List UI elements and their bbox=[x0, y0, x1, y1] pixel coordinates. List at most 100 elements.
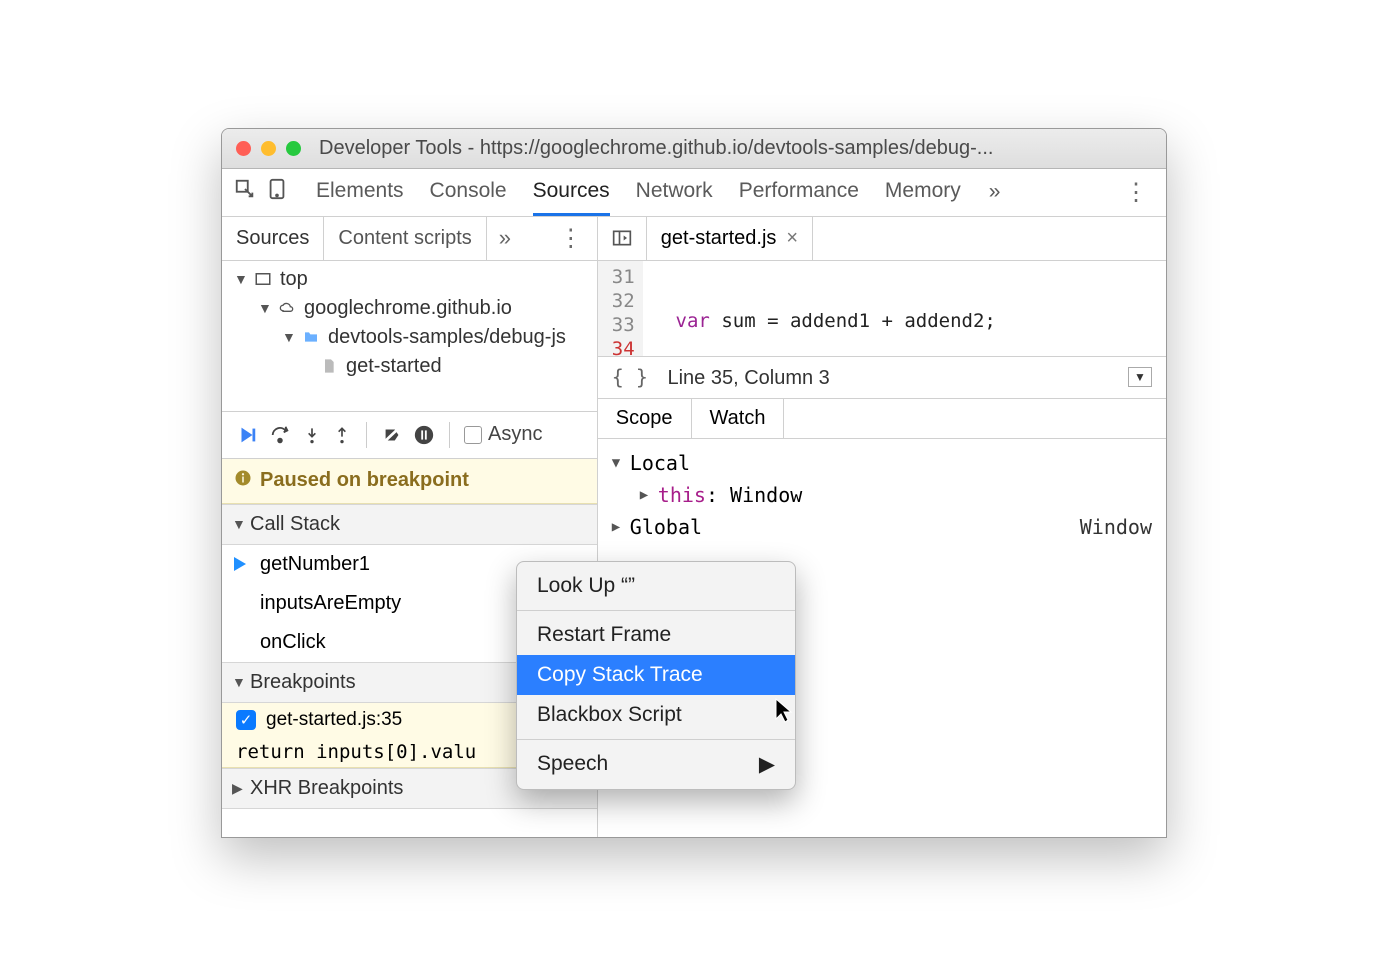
close-window-button[interactable] bbox=[236, 141, 251, 156]
pretty-print-icon[interactable]: { } bbox=[612, 365, 648, 389]
scope-global[interactable]: ▶ Global Window bbox=[612, 511, 1152, 543]
panel-tabs: Elements Console Sources Network Perform… bbox=[316, 169, 961, 216]
tab-performance[interactable]: Performance bbox=[739, 169, 859, 216]
traffic-lights bbox=[236, 141, 301, 156]
code-editor[interactable]: 31323334 var sum = addend1 + addend2; la… bbox=[598, 261, 1166, 357]
window-title: Developer Tools - https://googlechrome.g… bbox=[319, 137, 993, 160]
tab-memory[interactable]: Memory bbox=[885, 169, 961, 216]
file-tab-label: get-started.js bbox=[661, 227, 777, 250]
ctx-lookup[interactable]: Look Up “” bbox=[517, 566, 795, 606]
more-tabs-icon[interactable]: » bbox=[989, 180, 1001, 204]
resume-button[interactable] bbox=[236, 424, 258, 446]
step-into-button[interactable] bbox=[302, 424, 322, 446]
frame-name: getNumber1 bbox=[260, 553, 370, 576]
context-menu: Look Up “” Restart Frame Copy Stack Trac… bbox=[516, 561, 796, 790]
navigator-tab-content-scripts[interactable]: Content scripts bbox=[324, 217, 486, 260]
tree-file[interactable]: get-started bbox=[222, 352, 597, 381]
caret-down-icon: ▼ bbox=[232, 516, 244, 532]
caret-right-icon: ▶ bbox=[612, 519, 624, 535]
frame-name: inputsAreEmpty bbox=[260, 592, 401, 615]
frame-name: onClick bbox=[260, 631, 326, 654]
tree-domain-label: googlechrome.github.io bbox=[304, 297, 512, 320]
breakpoint-checkbox[interactable]: ✓ bbox=[236, 710, 256, 730]
line-gutter: 31323334 bbox=[598, 261, 643, 356]
async-checkbox[interactable]: Async bbox=[464, 423, 542, 446]
navigator-menu-icon[interactable]: ⋮ bbox=[553, 224, 589, 253]
settings-menu-icon[interactable]: ⋮ bbox=[1118, 178, 1154, 207]
step-over-button[interactable] bbox=[268, 424, 292, 446]
tree-folder-label: devtools-samples/debug-js bbox=[328, 326, 566, 349]
tree-file-label: get-started bbox=[346, 355, 442, 378]
cursor-position: Line 35, Column 3 bbox=[667, 367, 829, 389]
minimize-window-button[interactable] bbox=[261, 141, 276, 156]
paused-text: Paused on breakpoint bbox=[260, 469, 469, 492]
caret-down-icon: ▼ bbox=[258, 300, 270, 316]
scope-local[interactable]: ▼ Local bbox=[612, 447, 1152, 479]
ctx-restart-frame[interactable]: Restart Frame bbox=[517, 615, 795, 655]
devtools-window: Developer Tools - https://googlechrome.g… bbox=[221, 128, 1167, 838]
this-key: this bbox=[658, 483, 706, 507]
debugger-toolbar: Async bbox=[222, 411, 597, 459]
ctx-copy-stack-trace[interactable]: Copy Stack Trace bbox=[517, 655, 795, 695]
ctx-speech[interactable]: Speech ▶ bbox=[517, 744, 795, 785]
tree-domain[interactable]: ▼ googlechrome.github.io bbox=[222, 294, 597, 323]
mouse-cursor-icon bbox=[774, 697, 794, 728]
frame-icon bbox=[252, 270, 274, 288]
titlebar: Developer Tools - https://googlechrome.g… bbox=[222, 129, 1166, 169]
file-icon bbox=[318, 357, 340, 375]
async-label: Async bbox=[488, 423, 542, 446]
scope-global-value: Window bbox=[1080, 515, 1152, 539]
breakpoints-label: Breakpoints bbox=[250, 671, 356, 694]
caret-down-icon: ▼ bbox=[612, 455, 624, 471]
paused-message: Paused on breakpoint bbox=[222, 459, 597, 504]
editor-options-dropdown[interactable]: ▼ bbox=[1128, 367, 1152, 387]
this-value: Window bbox=[730, 483, 802, 507]
caret-right-icon: ▶ bbox=[232, 780, 244, 797]
info-icon bbox=[234, 469, 252, 493]
navigator-tab-more-icon[interactable]: » bbox=[487, 225, 523, 251]
scope-tab[interactable]: Scope bbox=[598, 399, 692, 438]
step-out-button[interactable] bbox=[332, 424, 352, 446]
tab-sources[interactable]: Sources bbox=[533, 169, 610, 216]
caret-down-icon: ▼ bbox=[232, 674, 244, 690]
inspect-element-icon[interactable] bbox=[234, 178, 256, 206]
call-stack-label: Call Stack bbox=[250, 513, 340, 536]
deactivate-breakpoints-button[interactable] bbox=[381, 424, 403, 446]
xhr-breakpoints-label: XHR Breakpoints bbox=[250, 777, 403, 800]
close-tab-icon[interactable]: × bbox=[786, 227, 798, 250]
scope-local-label: Local bbox=[630, 451, 690, 475]
tree-top[interactable]: ▼ top bbox=[222, 265, 597, 294]
scope-tabs: Scope Watch bbox=[598, 399, 1166, 439]
scope-this[interactable]: ▶ this: Window bbox=[612, 479, 1152, 511]
ctx-speech-label: Speech bbox=[537, 752, 608, 776]
watch-tab[interactable]: Watch bbox=[692, 399, 785, 438]
main-toolbar: Elements Console Sources Network Perform… bbox=[222, 169, 1166, 217]
editor-status: { } Line 35, Column 3 ▼ bbox=[598, 357, 1166, 399]
breakpoint-location: get-started.js:35 bbox=[266, 709, 402, 731]
caret-down-icon: ▼ bbox=[282, 329, 294, 345]
scope-global-label: Global bbox=[630, 515, 702, 539]
tab-elements[interactable]: Elements bbox=[316, 169, 404, 216]
code-lines: var sum = addend1 + addend2; label.textC… bbox=[643, 261, 1166, 356]
cloud-icon bbox=[276, 300, 298, 316]
file-tree: ▼ top ▼ googlechrome.github.io ▼ devtool… bbox=[222, 261, 597, 411]
tab-console[interactable]: Console bbox=[430, 169, 507, 216]
tree-top-label: top bbox=[280, 268, 308, 291]
navigator-tabs: Sources Content scripts » ⋮ bbox=[222, 217, 597, 261]
editor-file-tab[interactable]: get-started.js × bbox=[647, 217, 813, 260]
caret-down-icon: ▼ bbox=[234, 271, 246, 287]
navigator-tab-sources[interactable]: Sources bbox=[222, 217, 324, 260]
submenu-arrow-icon: ▶ bbox=[759, 752, 775, 777]
toggle-navigator-icon[interactable] bbox=[598, 217, 647, 260]
ctx-blackbox-script[interactable]: Blackbox Script bbox=[517, 695, 795, 735]
scope-body: ▼ Local ▶ this: Window ▶ Global Window bbox=[598, 439, 1166, 551]
folder-icon bbox=[300, 329, 322, 345]
editor-tabs: get-started.js × bbox=[598, 217, 1166, 261]
zoom-window-button[interactable] bbox=[286, 141, 301, 156]
call-stack-header[interactable]: ▼ Call Stack bbox=[222, 504, 597, 545]
device-toolbar-icon[interactable] bbox=[266, 178, 288, 206]
pause-on-exceptions-button[interactable] bbox=[413, 424, 435, 446]
tree-folder[interactable]: ▼ devtools-samples/debug-js bbox=[222, 323, 597, 352]
tab-network[interactable]: Network bbox=[636, 169, 713, 216]
caret-right-icon: ▶ bbox=[640, 487, 652, 503]
